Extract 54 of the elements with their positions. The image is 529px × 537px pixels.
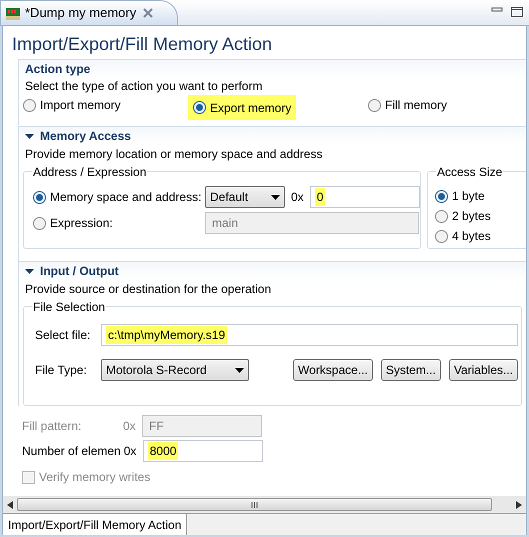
description-text: Provide source or destination for the operation bbox=[24, 281, 272, 297]
radio-button[interactable] bbox=[33, 216, 46, 230]
triangle-icon[interactable] bbox=[25, 268, 34, 274]
page-title: Import/Export/Fill Memory Action bbox=[11, 33, 274, 56]
file-path-field[interactable]: c:\tmp\myMemory.s19 bbox=[101, 324, 518, 346]
scroll-left-icon[interactable] bbox=[7, 500, 13, 508]
browse-button[interactable]: Variables... bbox=[448, 359, 518, 381]
editor-tab[interactable]: *Dump my memory bbox=[0, 0, 178, 25]
triangle-icon[interactable] bbox=[25, 134, 34, 138]
section-header[interactable]: Action type bbox=[19, 59, 526, 78]
radio-button[interactable] bbox=[368, 98, 381, 112]
radio-label[interactable]: Expression: bbox=[50, 214, 113, 232]
radio-label[interactable]: Fill memory bbox=[385, 96, 447, 114]
description-text: Provide memory location or memory space and address bbox=[24, 146, 324, 162]
dropdown[interactable]: Default bbox=[205, 186, 285, 208]
field-label: File Type: bbox=[35, 362, 88, 379]
section-header[interactable]: Input / Output bbox=[19, 261, 526, 280]
radio-label[interactable]: Memory space and address: bbox=[50, 188, 202, 206]
horizontal-scrollbar[interactable] bbox=[3, 496, 526, 513]
field-label: Number of elemen bbox=[22, 443, 121, 460]
element-count-field[interactable]: 8000 bbox=[142, 440, 263, 462]
browse-button[interactable]: Workspace... bbox=[293, 359, 373, 381]
radio-button[interactable] bbox=[23, 98, 36, 112]
field-label: Select file: bbox=[35, 327, 92, 344]
scrollbar-thumb[interactable] bbox=[17, 498, 492, 511]
hex-prefix: 0x bbox=[124, 443, 138, 460]
radio-label[interactable]: Import memory bbox=[40, 96, 121, 114]
caret-icon bbox=[271, 194, 280, 200]
hex-prefix: 0x bbox=[291, 189, 304, 206]
radio-button[interactable] bbox=[435, 190, 448, 202]
radio-button[interactable] bbox=[193, 101, 206, 114]
radio-label[interactable]: 1 byte bbox=[452, 187, 485, 205]
address-field[interactable]: 0 bbox=[310, 186, 420, 208]
radio-button[interactable] bbox=[33, 190, 46, 204]
dropdown[interactable]: Motorola S-Record bbox=[101, 359, 249, 381]
radio-label[interactable]: 2 bytes bbox=[452, 207, 491, 225]
radio-button[interactable] bbox=[435, 210, 448, 222]
field-label: Fill pattern: bbox=[22, 418, 82, 435]
bottom-tab[interactable]: Import/Export/Fill Memory Action bbox=[3, 514, 188, 535]
radio-label[interactable]: Export memory bbox=[210, 98, 292, 116]
chip-icon bbox=[6, 6, 20, 20]
description-text: Select the type of action you want to perform bbox=[24, 78, 264, 94]
group-title: Address / Expression bbox=[32, 164, 148, 180]
close-icon[interactable] bbox=[143, 8, 154, 18]
tab-title[interactable]: *Dump my memory bbox=[25, 3, 136, 23]
radio-button[interactable] bbox=[435, 230, 448, 242]
scroll-right-icon[interactable] bbox=[516, 500, 522, 508]
caret-icon bbox=[235, 368, 244, 372]
section-header[interactable]: Memory Access bbox=[19, 126, 526, 145]
maximize-icon[interactable] bbox=[511, 7, 523, 17]
hex-prefix: 0x bbox=[123, 418, 137, 435]
browse-button[interactable]: System... bbox=[380, 359, 441, 381]
radio-label[interactable]: 4 bytes bbox=[452, 227, 491, 245]
grip-icon bbox=[251, 502, 258, 508]
